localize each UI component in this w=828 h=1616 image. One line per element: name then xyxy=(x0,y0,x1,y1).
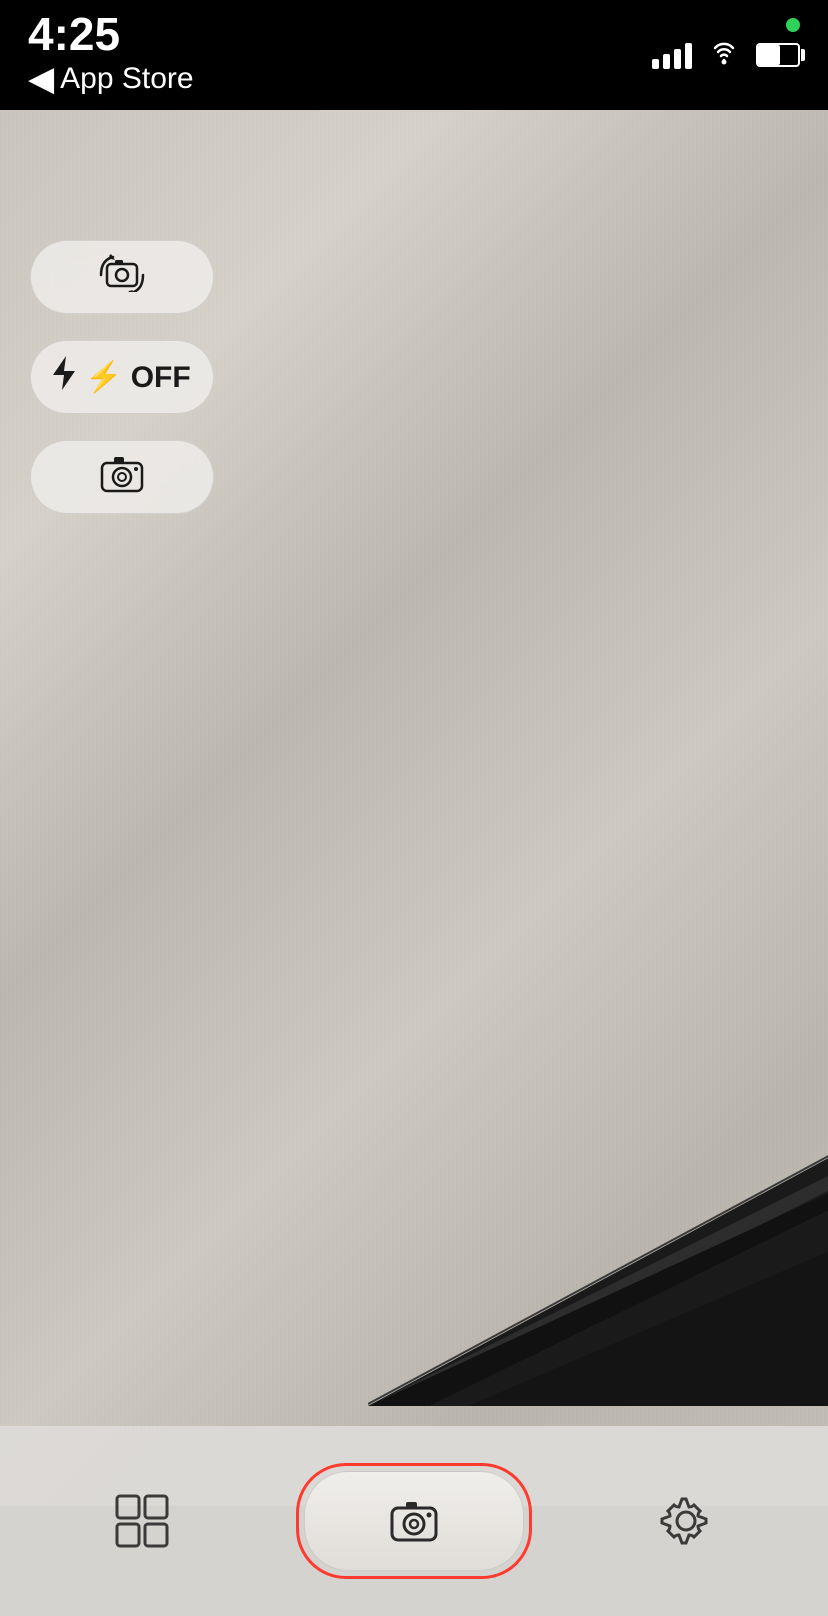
switch-camera-icon xyxy=(99,254,145,300)
capture-button-wrapper[interactable] xyxy=(296,1463,532,1579)
subject-object xyxy=(368,1026,828,1406)
signal-bars-icon xyxy=(652,41,692,69)
camera-controls: ⚡ OFF xyxy=(30,240,214,514)
status-right xyxy=(652,38,800,73)
camera-background: ⚡ OFF xyxy=(0,110,828,1506)
switch-camera-button[interactable] xyxy=(30,240,214,314)
green-dot-indicator xyxy=(786,18,800,32)
back-navigation[interactable]: ◀ App Store xyxy=(28,59,194,99)
status-left: 4:25 ◀ App Store xyxy=(28,11,194,99)
flash-icon xyxy=(53,356,75,398)
battery-icon xyxy=(756,43,800,67)
photo-mode-icon xyxy=(100,453,144,501)
bottom-toolbar xyxy=(0,1426,828,1616)
capture-camera-icon xyxy=(389,1498,439,1544)
camera-viewfinder: ⚡ OFF xyxy=(0,110,828,1506)
photo-mode-button[interactable] xyxy=(30,440,214,514)
flash-button[interactable]: ⚡ OFF xyxy=(30,340,214,414)
settings-button[interactable] xyxy=(636,1471,736,1571)
status-bar: 4:25 ◀ App Store xyxy=(0,0,828,110)
layers-icon xyxy=(112,1491,172,1551)
back-chevron-icon: ◀ xyxy=(28,59,54,99)
status-time: 4:25 xyxy=(28,11,194,57)
layers-button[interactable] xyxy=(92,1471,192,1571)
gear-icon xyxy=(658,1493,714,1549)
wifi-icon xyxy=(706,38,742,73)
flash-label: ⚡ OFF xyxy=(85,360,191,395)
capture-button[interactable] xyxy=(304,1471,524,1571)
back-label: App Store xyxy=(60,62,193,96)
